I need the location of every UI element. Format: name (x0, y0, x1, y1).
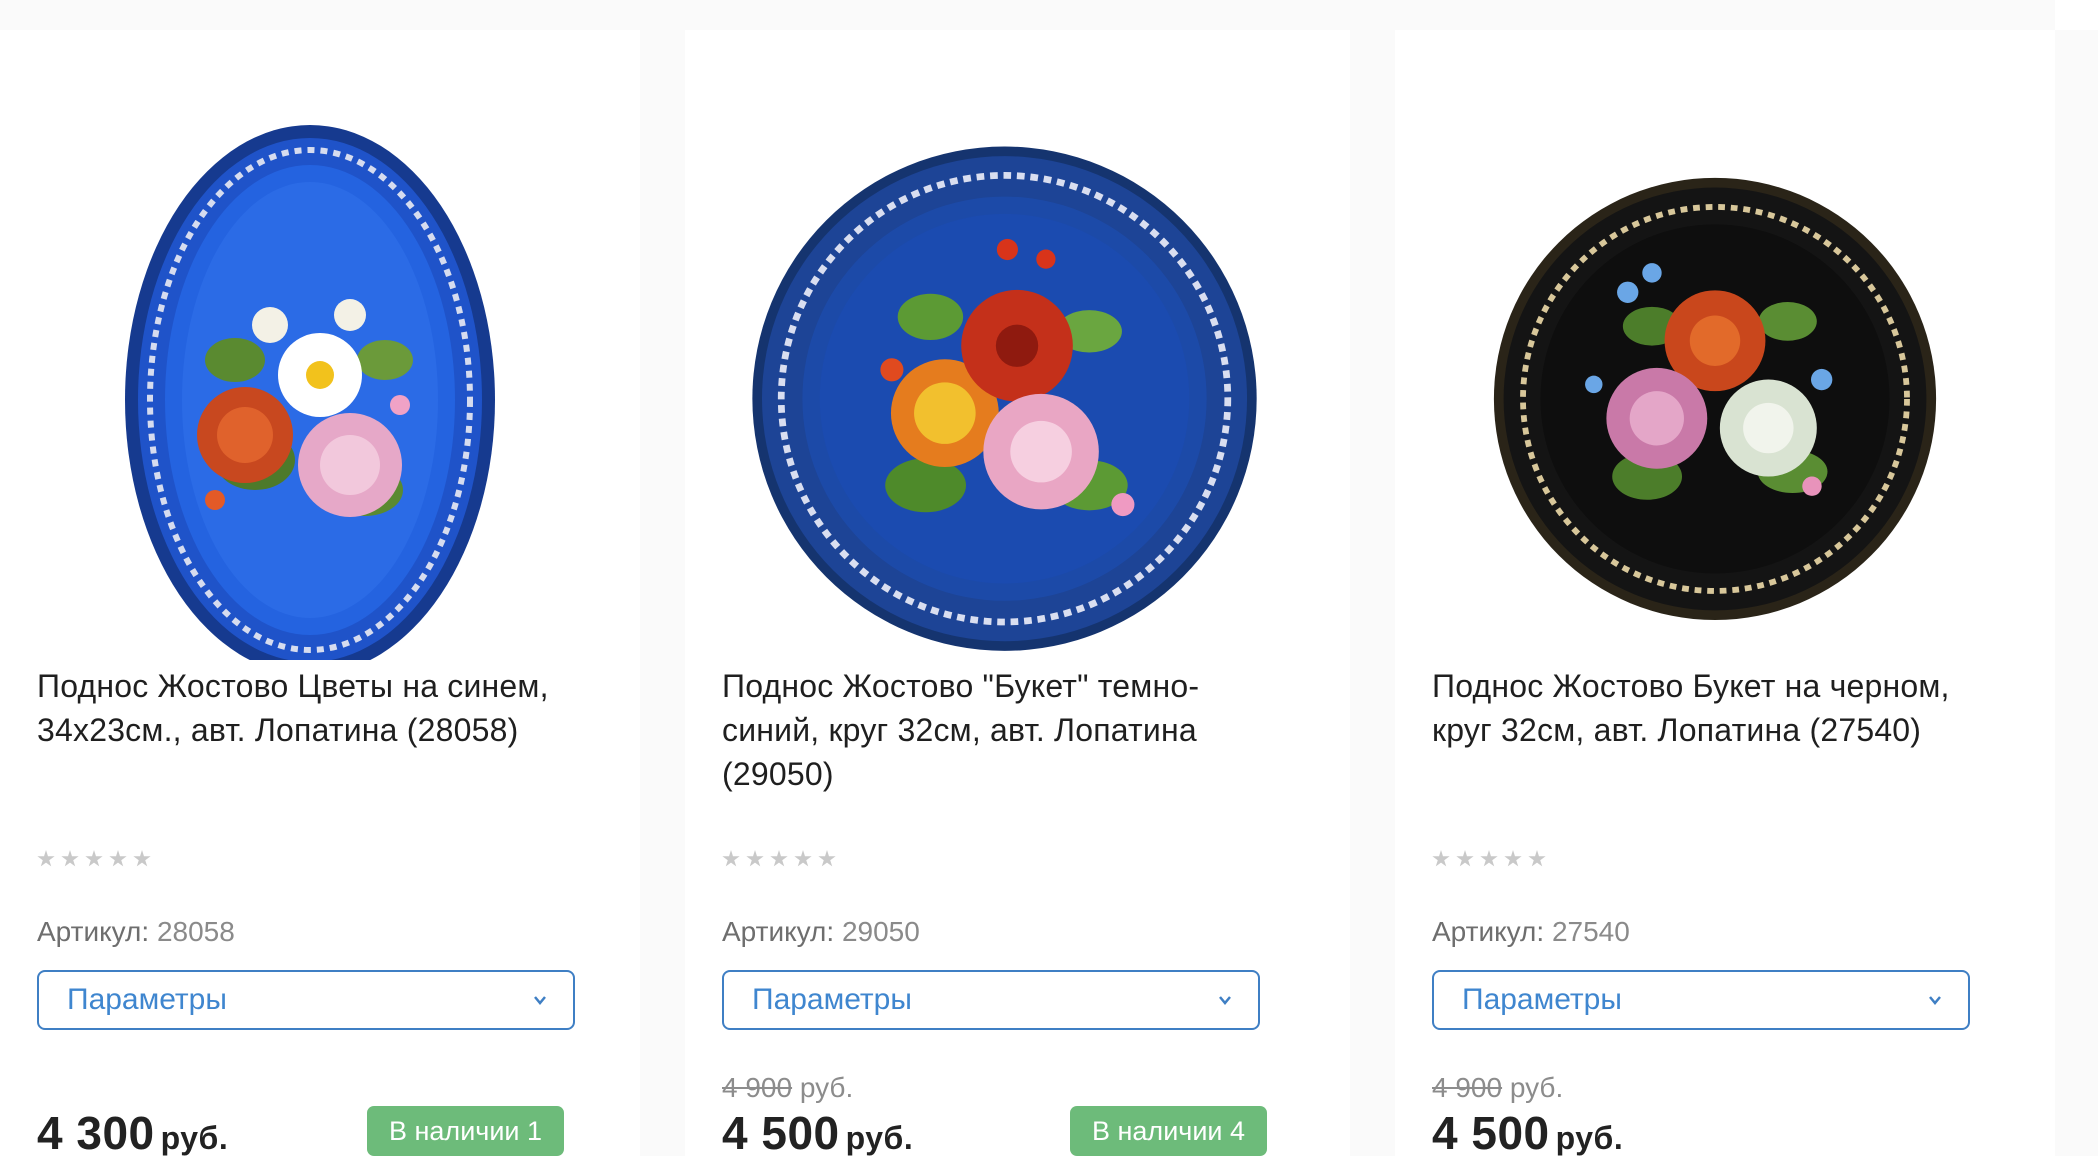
price: 4 500 руб. (722, 1106, 913, 1156)
rating-stars[interactable] (722, 850, 836, 868)
price-value: 4 300 (37, 1107, 155, 1156)
sku: Артикул: 29050 (722, 916, 920, 948)
old-price-value: 4 900 (1432, 1072, 1503, 1103)
star-icon[interactable] (1432, 850, 1450, 867)
star-icon[interactable] (818, 850, 836, 867)
star-icon[interactable] (61, 850, 79, 867)
star-icon[interactable] (794, 850, 812, 867)
sku-label: Артикул: (37, 916, 150, 947)
star-icon[interactable] (85, 850, 103, 867)
price: 4 300 руб. (37, 1106, 228, 1156)
sku-label: Артикул: (1432, 916, 1545, 947)
star-icon[interactable] (109, 850, 127, 867)
old-price: 4 900 руб. (1432, 1072, 1563, 1104)
card-gap (2055, 30, 2098, 1156)
parameters-label: Параметры (752, 983, 912, 1016)
price-currency: руб. (1555, 1120, 1624, 1156)
parameters-label: Параметры (67, 983, 227, 1016)
parameters-dropdown[interactable]: Параметры (1432, 970, 1970, 1030)
product-card[interactable]: Поднос Жостово "Букет" темно-синий, круг… (685, 30, 1350, 1156)
price-currency: руб. (845, 1120, 914, 1156)
chevron-down-icon (534, 996, 546, 1005)
chevron-down-icon (1929, 996, 1941, 1005)
sku-value: 29050 (841, 916, 920, 947)
rating-stars[interactable] (1432, 850, 1546, 868)
star-icon[interactable] (722, 850, 740, 867)
product-title[interactable]: Поднос Жостово Цветы на синем, 34х23см.,… (37, 664, 597, 752)
stock-badge: В наличии 1 (367, 1106, 565, 1156)
old-price-currency: руб. (1509, 1072, 1564, 1103)
sku-label: Артикул: (722, 916, 835, 947)
star-icon[interactable] (746, 850, 764, 867)
star-icon[interactable] (1480, 850, 1498, 867)
star-icon[interactable] (1528, 850, 1546, 867)
price: 4 500 руб. (1432, 1106, 1623, 1156)
sku: Артикул: 28058 (37, 916, 235, 948)
parameters-dropdown[interactable]: Параметры (37, 970, 575, 1030)
star-icon[interactable] (1504, 850, 1522, 867)
price-currency: руб. (160, 1120, 229, 1156)
top-band (0, 0, 2055, 30)
parameters-dropdown[interactable]: Параметры (722, 970, 1260, 1030)
sku: Артикул: 27540 (1432, 916, 1630, 948)
sku-value: 28058 (156, 916, 235, 947)
product-title[interactable]: Поднос Жостово "Букет" темно-синий, круг… (722, 664, 1282, 796)
product-card[interactable]: Поднос Жостово Букет на черном, круг 32с… (1395, 30, 2055, 1156)
product-card[interactable]: Поднос Жостово Цветы на синем, 34х23см.,… (0, 30, 640, 1156)
tray-dark-blue-round-bouquet-icon[interactable] (685, 70, 1325, 660)
old-price-value: 4 900 (722, 1072, 793, 1103)
old-price-currency: руб. (799, 1072, 854, 1103)
parameters-label: Параметры (1462, 983, 1622, 1016)
sku-value: 27540 (1551, 916, 1630, 947)
star-icon[interactable] (133, 850, 151, 867)
card-gap (640, 30, 685, 1156)
rating-stars[interactable] (37, 850, 151, 868)
old-price: 4 900 руб. (722, 1072, 853, 1104)
price-value: 4 500 (1432, 1107, 1550, 1156)
star-icon[interactable] (770, 850, 788, 867)
card-gap (1350, 30, 1395, 1156)
tray-black-round-bouquet-icon[interactable] (1395, 70, 2035, 660)
product-title[interactable]: Поднос Жостово Букет на черном, круг 32с… (1432, 664, 1992, 752)
star-icon[interactable] (1456, 850, 1474, 867)
star-icon[interactable] (37, 850, 55, 867)
price-value: 4 500 (722, 1107, 840, 1156)
stock-badge: В наличии 4 (1070, 1106, 1268, 1156)
product-grid: Поднос Жостово Цветы на синем, 34х23см.,… (0, 0, 2098, 1156)
chevron-down-icon (1219, 996, 1231, 1005)
tray-blue-oval-flowers-icon[interactable] (0, 70, 640, 660)
